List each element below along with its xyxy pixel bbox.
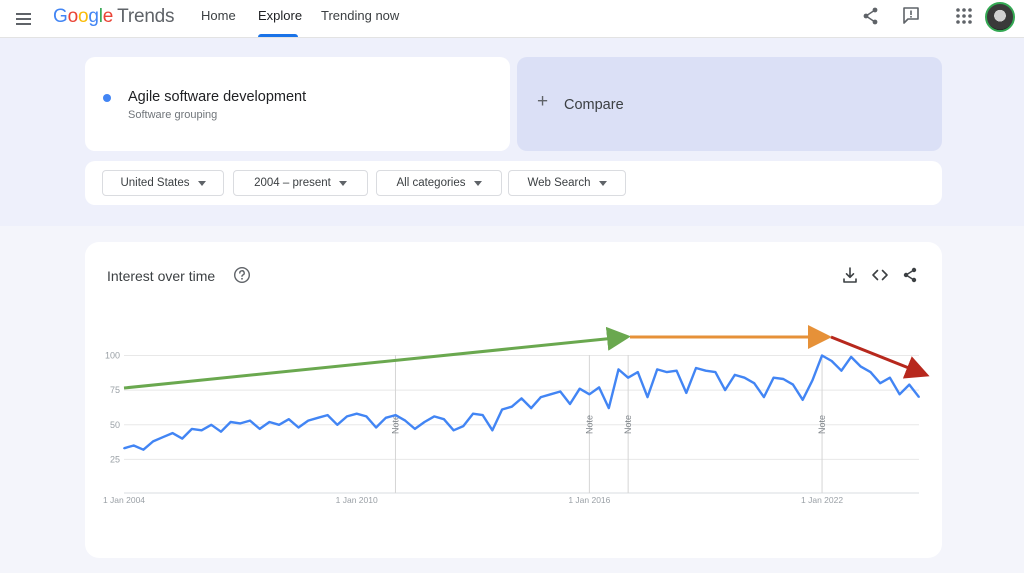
search-term-title: Agile software development [128, 89, 307, 105]
compare-button[interactable]: + Compare [517, 57, 942, 151]
tab-explore[interactable]: Explore [258, 8, 302, 23]
embed-icon[interactable] [871, 266, 889, 284]
search-term-card[interactable]: Agile software development Software grou… [85, 57, 510, 151]
logo-letter: G [53, 6, 68, 27]
help-icon[interactable] [233, 266, 251, 284]
compare-label: Compare [564, 97, 624, 113]
time-range-filter[interactable]: 2004 – present [233, 170, 368, 196]
dropdown-caret-icon [338, 180, 347, 186]
region-filter-label: United States [120, 177, 190, 189]
feedback-icon[interactable] [900, 5, 922, 27]
top-app-bar: Go o g l e Trends Home Explore Trending now [0, 0, 1024, 38]
dropdown-caret-icon [473, 180, 482, 186]
time-range-filter-label: 2004 – present [254, 177, 331, 189]
share-icon[interactable] [860, 5, 882, 27]
apps-icon[interactable] [953, 5, 975, 27]
search-type-filter[interactable]: Web Search [508, 170, 626, 196]
tab-trending-now[interactable]: Trending now [321, 8, 399, 23]
google-trends-logo[interactable]: Go o g l e Trends [53, 6, 175, 28]
search-type-filter-label: Web Search [527, 177, 591, 189]
tab-home[interactable]: Home [201, 8, 236, 23]
dropdown-caret-icon [197, 180, 206, 186]
filter-bar: United States 2004 – present All categor… [85, 161, 942, 205]
logo-letter: o [67, 6, 79, 27]
menu-icon[interactable] [12, 7, 36, 31]
logo-letter: g [88, 6, 99, 27]
search-term-subtitle: Software grouping [128, 109, 218, 121]
category-filter[interactable]: All categories [376, 170, 502, 196]
active-tab-indicator [258, 34, 298, 37]
logo-trends-text: Trends [117, 6, 175, 27]
category-filter-label: All categories [396, 177, 466, 189]
plus-icon: + [537, 91, 549, 112]
interest-over-time-card: Interest over time [85, 242, 942, 558]
logo-letter: o [77, 6, 89, 27]
share-icon[interactable] [901, 266, 919, 284]
interest-over-time-title: Interest over time [107, 268, 216, 284]
series-color-dot [103, 94, 111, 102]
dropdown-caret-icon [598, 180, 607, 186]
download-icon[interactable] [841, 266, 859, 284]
avatar[interactable] [985, 2, 1015, 32]
region-filter[interactable]: United States [102, 170, 224, 196]
logo-letter: e [102, 6, 114, 27]
